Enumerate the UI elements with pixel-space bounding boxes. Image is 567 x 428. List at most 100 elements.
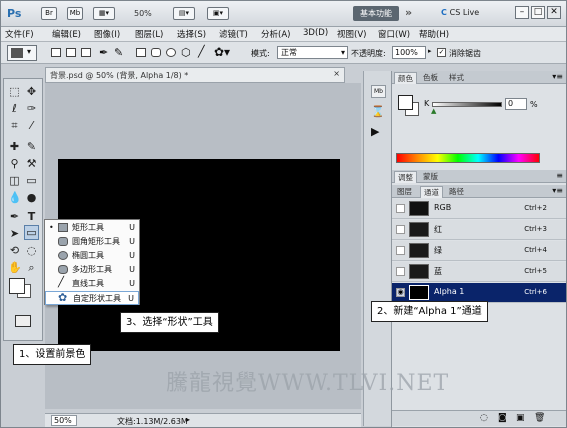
channel-row-blue[interactable]: 蓝 Ctrl+5 <box>392 262 566 282</box>
panel-menu-icon[interactable]: ▾≡ <box>552 72 563 81</box>
gradient-tool-icon[interactable]: ▭ <box>25 174 38 187</box>
menu-analysis[interactable]: 分析(A) <box>261 28 290 40</box>
k-value-field[interactable]: 0 <box>505 98 527 110</box>
k-slider-track[interactable] <box>432 102 502 107</box>
panel-menu-icon[interactable]: ≡ <box>556 171 563 180</box>
ellipse-icon[interactable] <box>166 48 176 57</box>
foreground-color-swatch[interactable] <box>9 278 25 294</box>
load-selection-icon[interactable]: ◌ <box>480 413 488 423</box>
eyedropper-icon[interactable]: ⁄ <box>25 119 38 132</box>
channel-row-alpha1[interactable]: ◉ Alpha 1 Ctrl+6 <box>392 283 566 303</box>
history-panel-icon[interactable]: ⌛ <box>371 105 385 118</box>
menu-window[interactable]: 窗口(W) <box>378 28 410 40</box>
color-fg-swatch[interactable] <box>398 95 413 110</box>
screen-mode-button[interactable]: ▣▾ <box>207 7 229 20</box>
chevron-right-icon[interactable]: ▸ <box>186 415 190 424</box>
actions-panel-icon[interactable]: ▶ <box>371 125 379 138</box>
clone-stamp-icon[interactable]: ⚲ <box>8 157 21 170</box>
tab-styles[interactable]: 样式 <box>446 72 467 83</box>
quick-mask-icon[interactable] <box>15 315 31 327</box>
flyout-rounded-rect-tool[interactable]: 圆角矩形工具 U <box>45 235 139 249</box>
type-tool-icon[interactable]: T <box>25 210 38 223</box>
visibility-toggle[interactable] <box>396 204 405 213</box>
brush-tool-icon[interactable]: ✎ <box>25 140 38 153</box>
rectangle-shape-icon[interactable] <box>136 48 146 57</box>
3d-orbit-icon[interactable]: ◌ <box>25 244 38 257</box>
channel-row-red[interactable]: 红 Ctrl+3 <box>392 220 566 240</box>
antialias-checkbox[interactable]: ✓ <box>437 48 446 57</box>
document-tab[interactable]: 背景.psd @ 50% (背景, Alpha 1/8) * × <box>45 67 345 83</box>
menu-3d[interactable]: 3D(D) <box>303 28 328 38</box>
tab-paths[interactable]: 路径 <box>446 186 467 197</box>
arrange-documents-button[interactable]: ▤▾ <box>173 7 195 20</box>
status-zoom-field[interactable]: 50% <box>51 415 77 426</box>
paths-icon[interactable] <box>66 48 76 57</box>
flyout-rectangle-tool[interactable]: • 矩形工具 U <box>45 221 139 235</box>
path-select-icon[interactable]: ➤ <box>8 227 21 240</box>
slider-thumb-icon[interactable]: ▲ <box>431 107 436 115</box>
mode-select[interactable]: 正常 ▾ <box>277 46 348 59</box>
polygon-icon[interactable]: ⬡ <box>181 46 191 59</box>
pen-tool-icon[interactable]: ✒ <box>8 210 21 223</box>
pen-tool-icon[interactable]: ✒ <box>99 46 108 59</box>
flyout-ellipse-tool[interactable]: 椭圆工具 U <box>45 249 139 263</box>
line-icon[interactable]: ╱ <box>198 45 205 58</box>
color-spectrum-ramp[interactable] <box>396 153 540 163</box>
view-extras-button[interactable]: ▦▾ <box>93 7 115 20</box>
close-button[interactable]: ✕ <box>547 6 561 19</box>
tab-layers[interactable]: 图层 <box>394 186 415 197</box>
marquee-tool-icon[interactable]: ⬚ <box>8 85 21 98</box>
menu-filter[interactable]: 滤镜(T) <box>219 28 248 40</box>
mini-bridge-panel-icon[interactable]: Mb <box>371 85 386 98</box>
chevron-right-icon[interactable]: ▸ <box>428 47 432 55</box>
3d-rotate-icon[interactable]: ⟲ <box>8 244 21 257</box>
tab-color[interactable]: 颜色 <box>394 72 417 84</box>
close-tab-icon[interactable]: × <box>333 69 340 78</box>
cs-live-button[interactable]: C CS Live <box>441 8 479 17</box>
channel-row-rgb[interactable]: RGB Ctrl+2 <box>392 199 566 219</box>
menu-image[interactable]: 图像(I) <box>94 28 120 40</box>
menu-select[interactable]: 选择(S) <box>177 28 206 40</box>
visibility-toggle[interactable] <box>396 225 405 234</box>
flyout-polygon-tool[interactable]: 多边形工具 U <box>45 263 139 277</box>
restore-button[interactable]: □ <box>531 6 545 19</box>
blur-tool-icon[interactable]: 💧 <box>8 191 22 204</box>
history-brush-icon[interactable]: ⚒ <box>25 157 38 170</box>
zoom-level[interactable]: 50% <box>134 9 152 18</box>
mini-bridge-button[interactable]: Mb <box>67 7 83 20</box>
save-selection-icon[interactable]: ◙ <box>498 413 507 423</box>
menu-edit[interactable]: 编辑(E) <box>52 28 81 40</box>
rounded-rectangle-icon[interactable] <box>151 48 161 57</box>
fill-pixels-icon[interactable] <box>81 48 91 57</box>
new-channel-icon[interactable]: ▣ <box>516 413 525 423</box>
move-tool-icon[interactable]: ✥ <box>25 85 38 98</box>
workspace-switcher[interactable]: 基本功能 <box>353 6 399 21</box>
opacity-field[interactable]: 100% <box>392 46 426 59</box>
menu-help[interactable]: 帮助(H) <box>419 28 449 40</box>
zoom-tool-icon[interactable]: ⌕ <box>25 261 38 274</box>
custom-shape-icon[interactable]: ✿▾ <box>214 45 230 59</box>
tool-preset-picker[interactable]: ▾ <box>7 45 37 61</box>
healing-brush-icon[interactable]: ✚ <box>8 140 21 153</box>
eye-icon[interactable]: ◉ <box>396 288 405 297</box>
channel-row-green[interactable]: 绿 Ctrl+4 <box>392 241 566 261</box>
minimize-button[interactable]: – <box>515 6 529 19</box>
lasso-tool-icon[interactable]: ℓ <box>8 102 21 115</box>
tab-channels[interactable]: 通道 <box>420 186 443 198</box>
menu-file[interactable]: 文件(F) <box>5 28 34 40</box>
more-workspaces-button[interactable]: » <box>405 6 412 19</box>
bridge-button[interactable]: Br <box>41 7 57 20</box>
flyout-custom-shape-tool[interactable]: ✿ 自定形状工具 U <box>45 291 139 305</box>
shape-layers-icon[interactable] <box>51 48 61 57</box>
shape-tool-icon[interactable]: ▭ <box>24 225 39 240</box>
crop-tool-icon[interactable]: ⌗ <box>8 119 21 132</box>
menu-view[interactable]: 视图(V) <box>337 28 366 40</box>
menu-layer[interactable]: 图层(L) <box>135 28 163 40</box>
tab-swatches[interactable]: 色板 <box>420 72 441 83</box>
visibility-toggle[interactable] <box>396 246 405 255</box>
tab-masks[interactable]: 蒙版 <box>420 171 441 182</box>
tab-adjustments[interactable]: 调整 <box>394 171 417 183</box>
hand-tool-icon[interactable]: ✋ <box>8 261 22 274</box>
panel-menu-icon[interactable]: ▾≡ <box>552 186 563 195</box>
eraser-tool-icon[interactable]: ◫ <box>8 174 21 187</box>
